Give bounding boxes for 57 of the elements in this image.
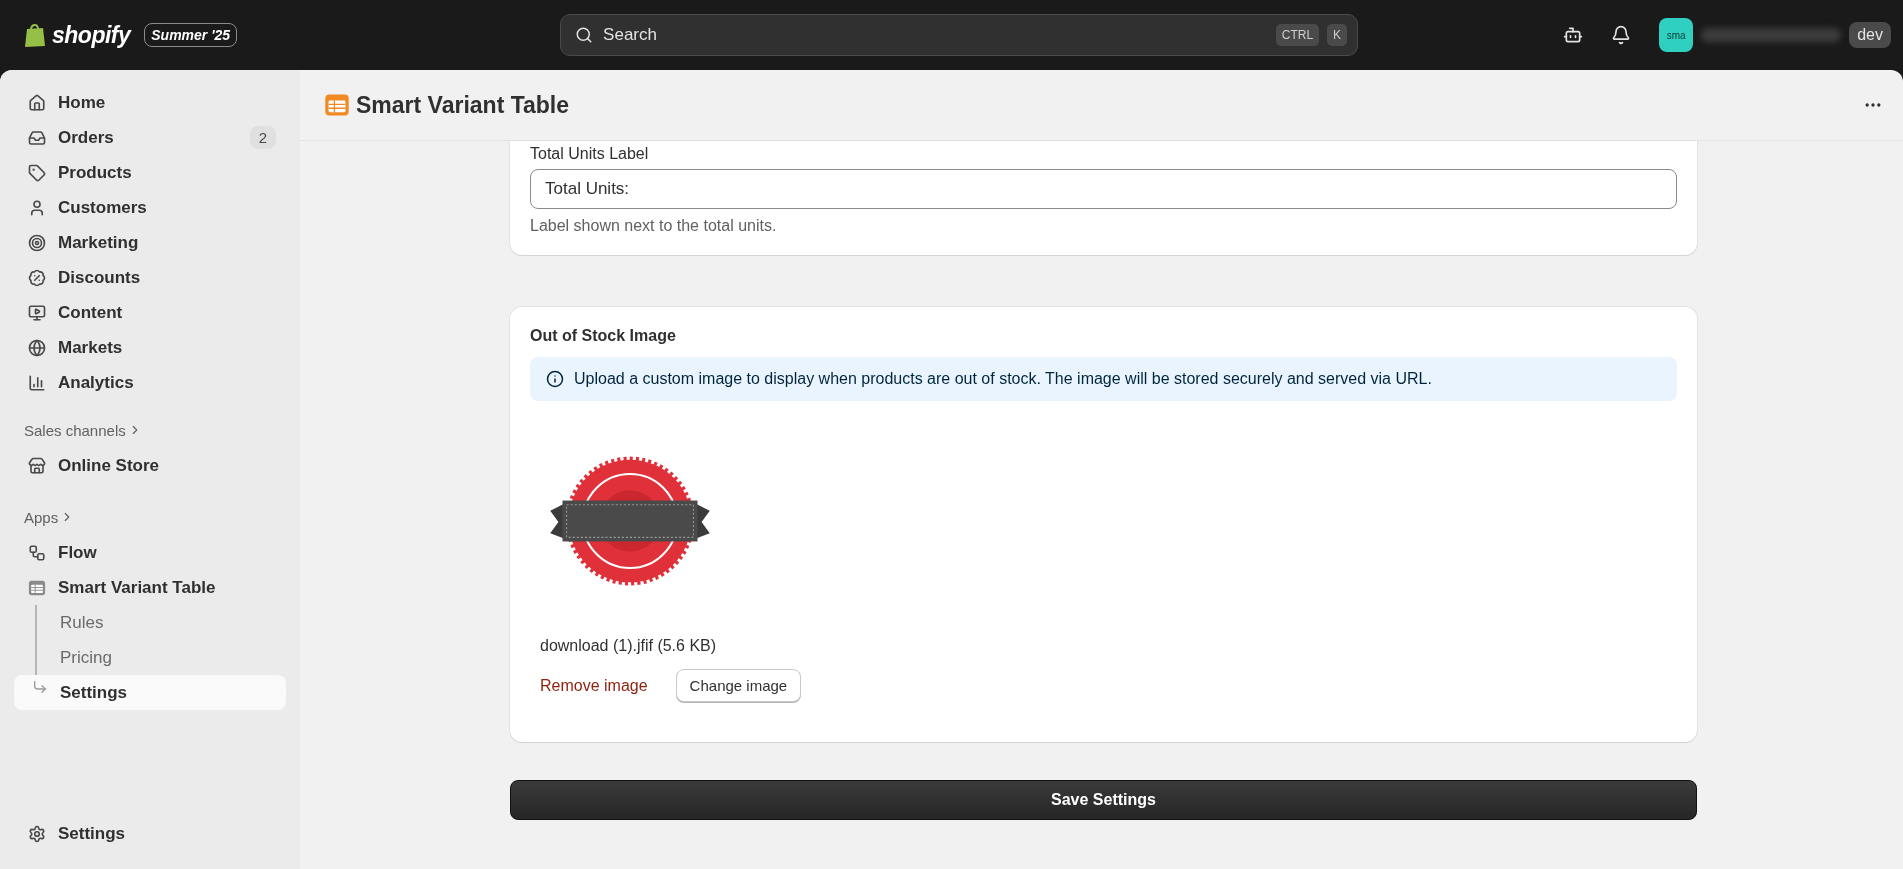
inbox-icon xyxy=(28,128,46,147)
monitor-icon xyxy=(28,303,46,322)
store-badge: dev xyxy=(1849,22,1891,48)
notification-icon[interactable] xyxy=(1611,25,1632,45)
nav-item[interactable]: Smart Variant Table xyxy=(14,570,286,605)
section-heading[interactable]: Sales channels xyxy=(14,418,286,442)
sub-nav-item[interactable]: Pricing xyxy=(14,640,286,675)
globe-icon xyxy=(28,338,46,357)
nav-item[interactable]: Home xyxy=(14,85,286,120)
store-icon xyxy=(28,456,46,475)
settings-icon xyxy=(28,824,46,843)
percent-badge-icon xyxy=(28,268,46,287)
table-icon xyxy=(28,578,46,597)
robot-icon[interactable] xyxy=(1563,25,1584,45)
branch-arrow-icon xyxy=(32,679,48,695)
home-icon xyxy=(28,93,46,112)
sub-nav-item[interactable]: Settings xyxy=(14,675,286,710)
workflow-icon xyxy=(28,543,46,562)
remove-image-link[interactable]: Remove image xyxy=(540,676,648,695)
field-label: Total Units Label xyxy=(530,145,650,163)
info-icon xyxy=(546,370,564,388)
tag-icon xyxy=(28,163,46,182)
nav-item[interactable]: Discounts xyxy=(14,260,286,295)
nav-item[interactable]: Online Store xyxy=(14,448,286,483)
banner-text: Upload a custom image to display when products are out of stock. The image will be stored securely and served via URL. xyxy=(574,370,1432,388)
logo-text[interactable]: shopify xyxy=(52,21,131,49)
sub-nav-item[interactable]: Rules xyxy=(14,605,286,640)
nav-item[interactable]: Customers xyxy=(14,190,286,225)
text-field[interactable]: Total Units: xyxy=(530,169,1677,209)
nav-item[interactable]: Analytics xyxy=(14,365,286,400)
section-heading[interactable]: Apps xyxy=(14,505,286,529)
target-icon xyxy=(28,233,46,252)
app-icon xyxy=(324,92,350,118)
page-title: Smart Variant Table xyxy=(356,91,571,119)
file-name: download (1).jfif (5.6 KB) xyxy=(540,637,718,655)
help-text: Label shown next to the total units. xyxy=(530,217,778,235)
edition-badge: Summer '25 xyxy=(144,23,238,47)
change-image-button[interactable]: Change image xyxy=(675,669,802,702)
person-icon xyxy=(28,198,46,217)
search-bar[interactable]: Search CTRL K xyxy=(560,14,1359,56)
nav-item[interactable]: Content xyxy=(14,295,286,330)
search-field[interactable]: Search xyxy=(601,24,1268,46)
nav-item[interactable]: Products xyxy=(14,155,286,190)
count-badge: 2 xyxy=(249,126,276,149)
bar-chart-icon xyxy=(28,373,46,392)
nav-item[interactable]: Markets xyxy=(14,330,286,365)
search-icon xyxy=(575,26,594,44)
shopping-bag-icon xyxy=(24,22,46,48)
store-avatar[interactable]: sma xyxy=(1659,18,1694,52)
card-title: Out of Stock Image xyxy=(530,327,677,345)
nav-item[interactable]: Settings xyxy=(14,816,286,851)
shortcut-key: CTRL xyxy=(1275,24,1320,46)
shortcut-key: K xyxy=(1327,24,1348,46)
save-button[interactable]: Save Settings xyxy=(510,780,1697,820)
nav-item[interactable]: Orders 2 xyxy=(14,120,286,155)
nav-item[interactable]: Marketing xyxy=(14,225,286,260)
nav-item[interactable]: Flow xyxy=(14,535,286,570)
